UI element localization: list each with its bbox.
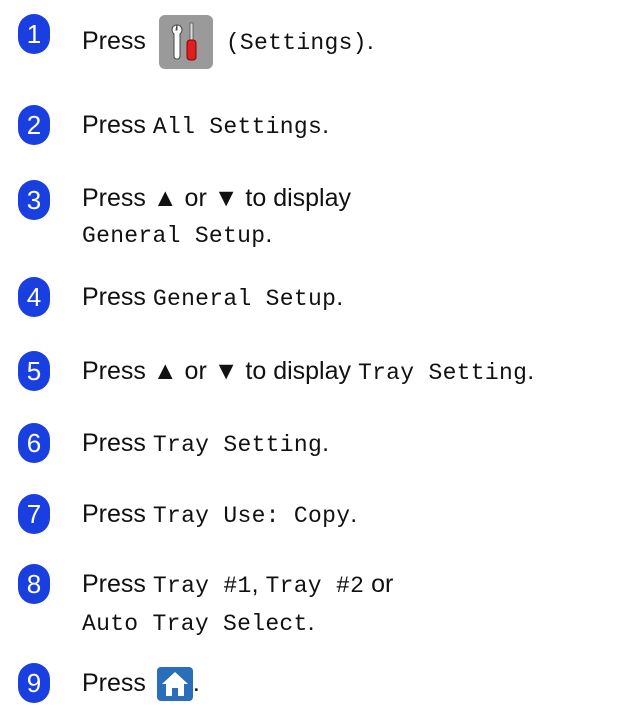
period: . <box>322 111 330 139</box>
instruction-text: Press <box>82 27 146 55</box>
step-text: Press All Settings. <box>82 111 329 140</box>
step-number-badge: 7 <box>18 494 50 534</box>
period: . <box>366 27 374 55</box>
menu-option: Tray #1 <box>152 573 252 599</box>
home-icon[interactable] <box>156 667 193 702</box>
step-text: Press Tray Setting. <box>82 429 329 458</box>
separator: , <box>251 570 266 598</box>
period: . <box>307 608 315 636</box>
step-number-badge: 6 <box>18 423 50 463</box>
instruction-text: Press <box>82 570 153 598</box>
step-number-badge: 2 <box>18 105 50 145</box>
step-text: Press General Setup. <box>82 283 343 312</box>
step-text: Press Tray #1, Tray #2 or <box>82 570 393 599</box>
settings-label: (Settings) <box>225 30 367 56</box>
period: . <box>350 500 358 528</box>
step-text: Press . <box>82 663 200 703</box>
instruction-text: Press <box>82 283 153 311</box>
step-number-badge: 9 <box>18 663 50 703</box>
menu-option: Tray Use: Copy <box>152 503 351 529</box>
instruction-text: Press <box>82 111 153 139</box>
menu-option: Tray Setting <box>152 432 323 458</box>
menu-option: Tray Setting <box>357 360 528 386</box>
step-text: Press ▲ or ▼ to display <box>82 184 351 213</box>
period: . <box>322 429 330 457</box>
step-text: Press ▲ or ▼ to display Tray Setting. <box>82 357 534 386</box>
conjunction: or <box>364 570 394 598</box>
menu-option: Auto Tray Select <box>82 611 308 637</box>
period: . <box>527 357 535 385</box>
instruction-text: Press <box>82 669 146 697</box>
step-number-badge: 8 <box>18 564 50 604</box>
step-number-badge: 5 <box>18 351 50 391</box>
period: . <box>192 669 200 697</box>
menu-option: Tray #2 <box>265 573 365 599</box>
instruction-text: Press <box>82 429 153 457</box>
instruction-text: Press ▲ or ▼ to display <box>82 184 352 212</box>
instruction-text: Press ▲ or ▼ to display <box>82 357 358 385</box>
menu-option: General Setup <box>82 223 266 249</box>
step-text: Press (Settings). <box>82 12 374 72</box>
instruction-text: Press <box>82 500 153 528</box>
step-text-continued: Auto Tray Select. <box>82 608 315 637</box>
settings-icon[interactable] <box>158 15 213 70</box>
period: . <box>336 283 344 311</box>
step-text: Press Tray Use: Copy. <box>82 500 357 529</box>
menu-option: All Settings <box>152 114 323 140</box>
step-number-badge: 3 <box>18 180 50 220</box>
step-number-badge: 1 <box>18 14 50 54</box>
menu-option: General Setup <box>152 286 337 312</box>
step-number-badge: 4 <box>18 277 50 317</box>
period: . <box>265 220 273 248</box>
step-text-continued: General Setup. <box>82 220 272 249</box>
